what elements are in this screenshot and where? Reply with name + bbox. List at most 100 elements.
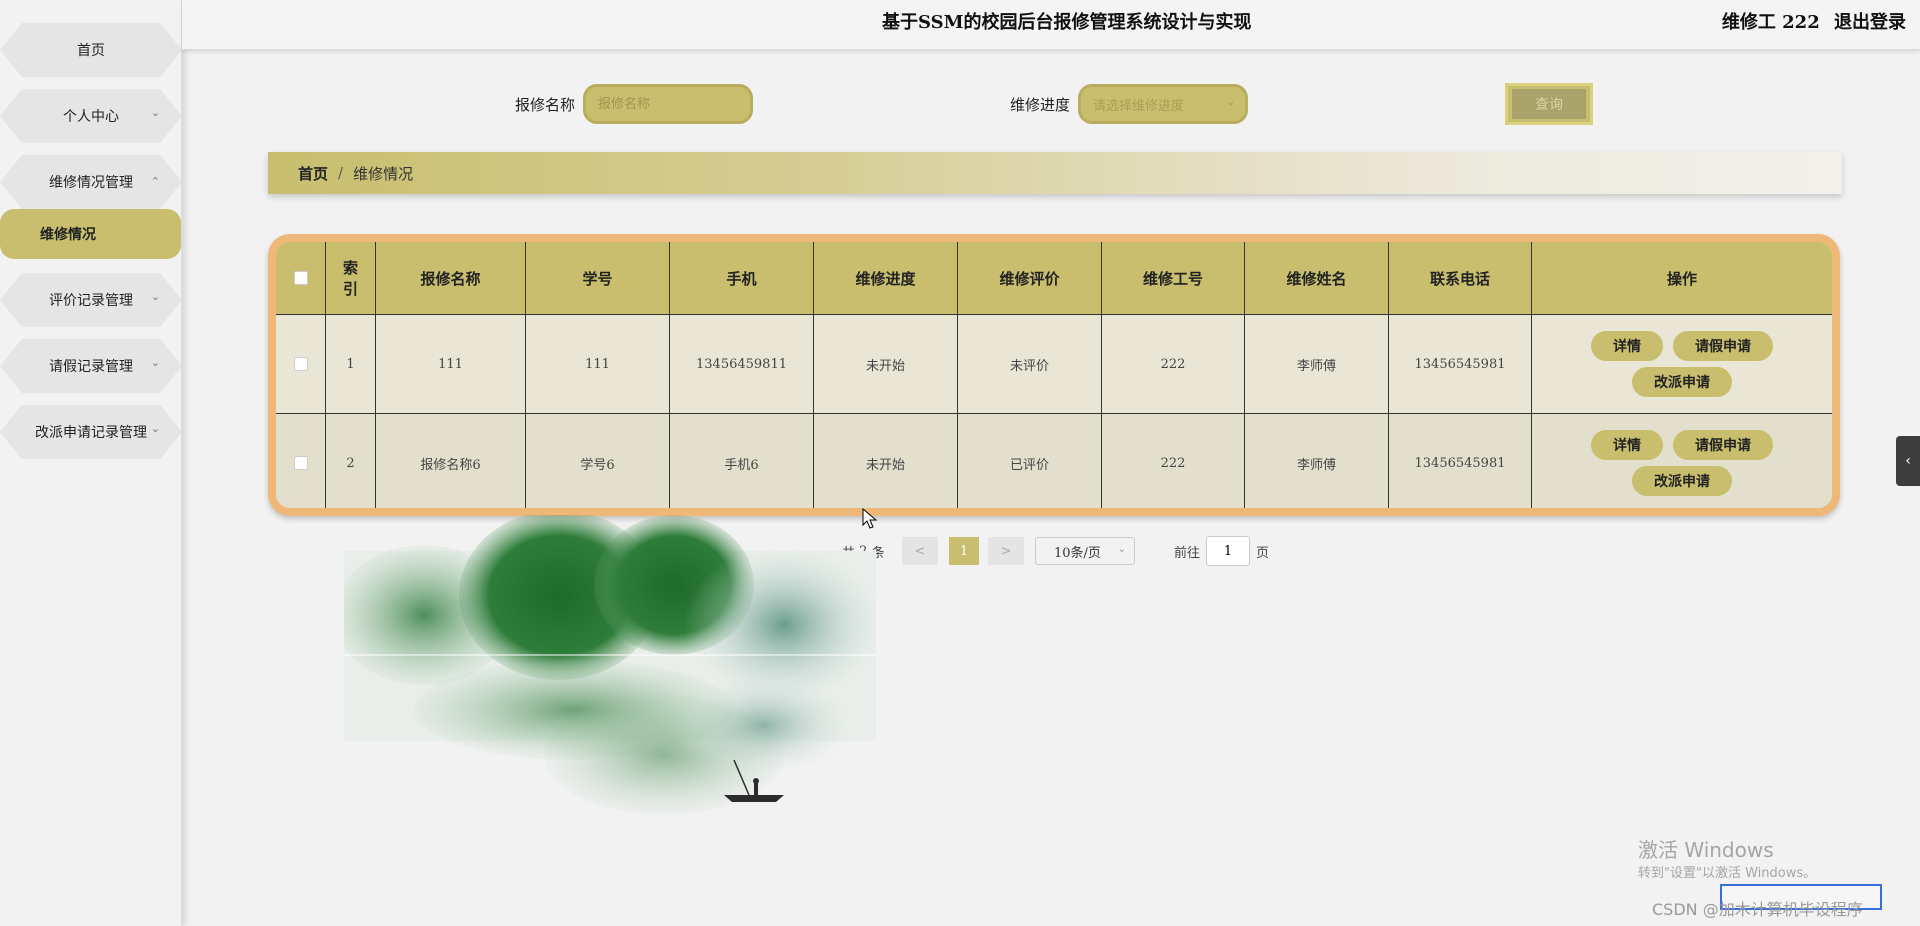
sidebar-item-repair-status[interactable]: 维修情况	[0, 209, 181, 259]
breadcrumb-separator: /	[338, 164, 344, 182]
repair-name-input[interactable]	[583, 84, 753, 124]
chevron-down-icon: ⌄	[150, 356, 160, 369]
user-label: 维修工 222	[1721, 12, 1820, 33]
cell-index: 2	[326, 414, 376, 508]
detail-button[interactable]: 详情	[1591, 331, 1663, 361]
cell-contact-phone: 13456545981	[1389, 414, 1532, 508]
row-checkbox-cell	[276, 315, 326, 413]
collapse-panel-tab[interactable]: ‹	[1896, 436, 1920, 486]
header-phone: 手机	[670, 242, 814, 314]
leave-request-button[interactable]: 请假申请	[1673, 430, 1773, 460]
top-header: 基于SSM的校园后台报修管理系统设计与实现 维修工 222 退出登录	[182, 0, 1920, 50]
cell-index: 1	[326, 315, 376, 413]
cell-worker-name: 李师傅	[1245, 414, 1389, 508]
next-page-button[interactable]: >	[988, 537, 1024, 565]
chevron-down-icon: ⌄	[1117, 544, 1126, 555]
row-checkbox[interactable]	[293, 357, 308, 371]
data-table: 索引 报修名称 学号 手机 维修进度 维修评价 维修工号 维修姓名 联系电话 操…	[268, 234, 1840, 516]
sidebar-item-home[interactable]: 首页	[0, 23, 182, 77]
header-student-id: 学号	[526, 242, 670, 314]
sidebar-item-label: 评价记录管理	[49, 293, 133, 309]
chevron-down-icon: ⌄	[150, 290, 160, 303]
progress-label: 维修进度	[1010, 96, 1071, 114]
sidebar-item-label: 维修情况管理	[49, 175, 133, 191]
header-worker-name: 维修姓名	[1245, 242, 1389, 314]
cell-actions: 详情 请假申请 改派申请	[1532, 315, 1832, 413]
action-line: 改派申请	[1632, 463, 1732, 499]
cell-contact-phone: 13456545981	[1389, 315, 1532, 413]
logout-link[interactable]: 退出登录	[1834, 12, 1906, 33]
chevron-down-icon: ⌄	[150, 422, 160, 435]
reassign-request-button[interactable]: 改派申请	[1632, 466, 1732, 496]
cell-worker-id: 222	[1102, 315, 1245, 413]
progress-select-placeholder: 请选择维修进度	[1093, 98, 1185, 114]
sidebar-item-label: 请假记录管理	[49, 359, 133, 375]
table-row: 2 报修名称6 学号6 手机6 未开始 已评价 222 李师傅 13456545…	[276, 413, 1832, 508]
action-line: 改派申请	[1632, 364, 1732, 400]
cell-progress: 未开始	[814, 414, 958, 508]
page-size-value: 10条/页	[1054, 545, 1101, 561]
sidebar-item-repair-management[interactable]: 维修情况管理 ⌃	[0, 155, 182, 209]
header-contact-phone: 联系电话	[1389, 242, 1532, 314]
header-worker-id: 维修工号	[1102, 242, 1245, 314]
goto-suffix: 页	[1256, 545, 1270, 561]
breadcrumb-current: 维修情况	[353, 164, 414, 183]
page-size-select[interactable]: 10条/页 ⌄	[1035, 537, 1135, 565]
table-header: 索引 报修名称 学号 手机 维修进度 维修评价 维修工号 维修姓名 联系电话 操…	[276, 242, 1832, 314]
cell-phone: 13456459811	[670, 315, 814, 413]
sidebar-item-leave-records[interactable]: 请假记录管理 ⌄	[0, 339, 182, 393]
sidebar-item-label: 首页	[77, 43, 105, 59]
sidebar-item-label: 改派申请记录管理	[35, 425, 147, 441]
query-button-label: 查询	[1512, 89, 1586, 119]
table-row: 1 111 111 13456459811 未开始 未评价 222 李师傅 13…	[276, 314, 1832, 413]
cell-student-id: 111	[526, 315, 670, 413]
chevron-up-icon: ⌃	[150, 175, 160, 188]
csdn-watermark: CSDN @加木计算机毕设程序	[1652, 900, 1863, 919]
page-number-active[interactable]: 1	[949, 537, 979, 565]
select-all-checkbox[interactable]	[293, 271, 308, 285]
header-checkbox-cell	[276, 242, 326, 314]
cell-actions: 详情 请假申请 改派申请	[1532, 414, 1832, 508]
goto-page-input[interactable]	[1206, 536, 1250, 566]
cell-phone: 手机6	[670, 414, 814, 508]
prev-page-button[interactable]: <	[902, 537, 938, 565]
query-button[interactable]: 查询	[1505, 83, 1593, 125]
row-checkbox[interactable]	[293, 456, 308, 470]
action-line: 详情 请假申请	[1591, 328, 1773, 364]
ink-landscape-image	[344, 515, 876, 815]
header-progress: 维修进度	[814, 242, 958, 314]
sidebar-item-label: 个人中心	[63, 109, 119, 125]
windows-activation-hint: 转到"设置"以激活 Windows。	[1638, 866, 1817, 881]
header-user-area: 维修工 222 退出登录	[1714, 8, 1906, 34]
header-actions: 操作	[1666, 269, 1697, 288]
header-review: 维修评价	[958, 242, 1102, 314]
app-title: 基于SSM的校园后台报修管理系统设计与实现	[882, 12, 1252, 33]
cell-worker-name: 李师傅	[1245, 315, 1389, 413]
row-checkbox-cell	[276, 414, 326, 508]
mouse-cursor-icon	[862, 508, 878, 529]
header-repair-name: 报修名称	[376, 242, 526, 314]
cell-repair-name: 报修名称6	[376, 414, 526, 508]
header-index: 索引	[326, 242, 376, 314]
chevron-down-icon: ⌄	[150, 106, 160, 119]
breadcrumb-home[interactable]: 首页	[298, 163, 328, 184]
repair-name-label: 报修名称	[515, 96, 576, 114]
reassign-request-button[interactable]: 改派申请	[1632, 367, 1732, 397]
cell-progress: 未开始	[814, 315, 958, 413]
sidebar-item-review-records[interactable]: 评价记录管理 ⌄	[0, 273, 182, 327]
cell-review: 未评价	[958, 315, 1102, 413]
progress-select[interactable]: 请选择维修进度 ⌄	[1078, 84, 1248, 124]
sidebar-item-personal-center[interactable]: 个人中心 ⌄	[0, 89, 182, 143]
detail-button[interactable]: 详情	[1591, 430, 1663, 460]
sidebar-item-label: 维修情况	[40, 227, 96, 243]
cell-student-id: 学号6	[526, 414, 670, 508]
cell-repair-name: 111	[376, 315, 526, 413]
cell-worker-id: 222	[1102, 414, 1245, 508]
breadcrumb: 首页 / 维修情况	[268, 152, 1842, 194]
cell-review: 已评价	[958, 414, 1102, 508]
sidebar-item-reassign-records[interactable]: 改派申请记录管理 ⌄	[0, 405, 182, 459]
windows-activation-title: 激活 Windows	[1638, 838, 1774, 862]
goto-prefix: 前往	[1174, 545, 1201, 561]
leave-request-button[interactable]: 请假申请	[1673, 331, 1773, 361]
chevron-down-icon: ⌄	[1226, 97, 1235, 108]
